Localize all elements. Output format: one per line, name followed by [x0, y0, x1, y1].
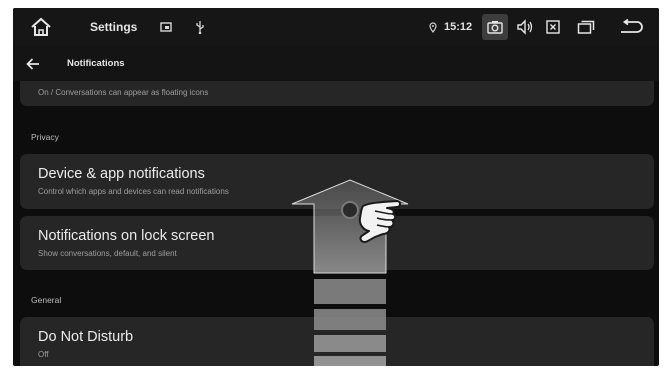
location-icon: [428, 8, 438, 46]
recents-icon[interactable]: [576, 8, 596, 46]
usb-icon: [194, 8, 206, 46]
status-title: Settings: [90, 20, 138, 34]
back-icon[interactable]: [618, 8, 646, 46]
swipe-arrow-stripe: [314, 279, 386, 304]
bubbles-setting-item[interactable]: On / Conversations can appear as floatin…: [20, 81, 654, 106]
page-title: Notifications: [67, 58, 125, 69]
home-icon[interactable]: [29, 8, 53, 46]
item-subtitle: Off: [38, 350, 49, 359]
item-subtitle: Show conversations, default, and silent: [38, 249, 177, 258]
lock-screen-notifications-item[interactable]: Notifications on lock screen Show conver…: [20, 216, 654, 270]
camera-icon[interactable]: [486, 8, 504, 46]
device-app-notifications-item[interactable]: Device & app notifications Control which…: [20, 154, 654, 209]
volume-icon[interactable]: [515, 8, 535, 46]
item-subtitle: Control which apps and devices can read …: [38, 187, 229, 196]
section-header-privacy: Privacy: [31, 132, 59, 142]
arrow-left-icon[interactable]: [25, 56, 41, 72]
item-title: Device & app notifications: [38, 166, 205, 182]
app-bar: Notifications: [13, 46, 659, 81]
clock-time: 15:12: [444, 21, 473, 33]
screenshot-icon: [159, 8, 173, 46]
close-box-icon[interactable]: [544, 8, 562, 46]
item-title: Notifications on lock screen: [38, 228, 215, 244]
section-header-general: General: [31, 295, 62, 305]
screen: Settings 15:12 Notifications On / Conver…: [13, 8, 659, 366]
item-subtitle: On / Conversations can appear as floatin…: [38, 88, 209, 97]
item-title: Do Not Disturb: [38, 329, 134, 345]
do-not-disturb-item[interactable]: Do Not Disturb Off: [20, 317, 654, 366]
status-bar: Settings 15:12: [13, 8, 659, 46]
